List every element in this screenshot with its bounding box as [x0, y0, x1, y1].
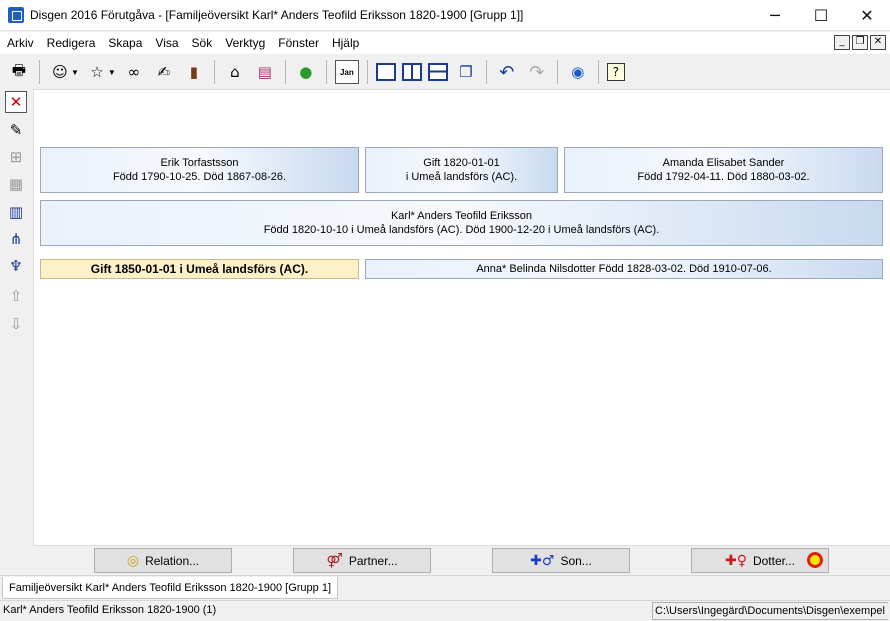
rings-icon: ◎ [126, 552, 140, 569]
relation-button-label: Relation... [145, 553, 200, 568]
status-path: C:\Users\Ingegärd\Documents\Disgen\exemp… [652, 602, 888, 620]
printer-icon[interactable]: 🖶 [7, 60, 31, 84]
layout-single-icon[interactable] [375, 63, 396, 81]
family-tree-icon[interactable]: ♆ [5, 255, 27, 277]
menu-skapa[interactable]: Skapa [101, 32, 148, 54]
parents-marriage-card[interactable]: Gift 1820-01-01 i Umeå landsförs (AC). [365, 147, 558, 193]
menu-arkiv[interactable]: Arkiv [0, 32, 40, 54]
window-title: Disgen 2016 Förutgåva - [Familjeöversikt… [30, 8, 524, 22]
person-icon[interactable]: ☺ [48, 60, 72, 84]
menu-visa[interactable]: Visa [148, 32, 184, 54]
mother-card[interactable]: Amanda Elisabet Sander Född 1792-04-11. … [564, 147, 883, 193]
chevron-down-icon[interactable]: ▼ [108, 68, 116, 77]
undo-icon[interactable]: ↶ [495, 60, 519, 84]
mdi-restore-button[interactable]: ❐ [852, 35, 868, 50]
toolbar-separator [485, 60, 487, 84]
menu-fonster[interactable]: Fönster [271, 32, 325, 54]
binoculars-icon[interactable]: ∞ [122, 60, 146, 84]
title-bar: Disgen 2016 Förutgåva - [Familjeöversikt… [0, 0, 890, 31]
close-button[interactable]: ✕ [844, 0, 890, 31]
left-toolbar: ✕ ✎ ⊞ ▦ ▥ ⋔ ♆ ⇧ ⇩ [0, 89, 33, 574]
toolbar-separator [213, 60, 215, 84]
toolbar-separator [597, 60, 599, 84]
calendar-icon[interactable]: Jan [334, 60, 359, 84]
main-person-card[interactable]: Karl* Anders Teofild Eriksson Född 1820-… [40, 200, 883, 246]
father-card[interactable]: Erik Torfastsson Född 1790-10-25. Död 18… [40, 147, 359, 193]
status-bar: Karl* Anders Teofild Eriksson 1820-1900 … [0, 600, 890, 621]
chevron-down-icon[interactable]: ▼ [71, 68, 79, 77]
menu-hjalp[interactable]: Hjälp [325, 32, 365, 54]
redo-icon[interactable]: ↷ [525, 60, 549, 84]
toolbar: 🖶 ☺ ▼ ☆ ▼ ∞ ✍ ▮ ⌂ ▤ ● Jan ❐ ↶ ↷ ◉ ? [0, 55, 890, 89]
status-person: Karl* Anders Teofild Eriksson 1820-1900 … [3, 604, 217, 616]
father-name: Erik Torfastsson [160, 157, 239, 169]
edit-document-icon[interactable]: ✎ [5, 119, 27, 141]
son-button[interactable]: ✚♂ Son... [492, 548, 630, 573]
columns-chart-icon[interactable]: ▥ [5, 201, 27, 223]
relation-button[interactable]: ◎ Relation... [94, 548, 232, 573]
action-bar: ◎ Relation... ⚤ Partner... ✚♂ Son... ✚♀ … [33, 545, 890, 575]
partner-button-label: Partner... [348, 553, 398, 568]
toolbar-separator [284, 60, 286, 84]
mdi-close-button[interactable]: ✕ [870, 35, 886, 50]
layout-columns-icon[interactable] [401, 63, 422, 81]
main-person-details: Född 1820-10-10 i Umeå landsförs (AC). D… [263, 224, 660, 236]
partner-button[interactable]: ⚤ Partner... [293, 548, 431, 573]
toolbar-separator [325, 60, 327, 84]
couple-icon: ⚤ [326, 552, 343, 569]
daughter-button-label: Dotter... [752, 553, 795, 568]
mdi-minimize-button[interactable]: _ [834, 35, 850, 50]
add-son-icon: ✚♂ [530, 552, 555, 569]
layout-cascade-icon[interactable]: ❐ [454, 60, 478, 84]
descendant-tree-icon[interactable]: ⋔ [5, 228, 27, 250]
marriage-text: Gift 1850-01-01 i Umeå landsförs (AC). [90, 262, 309, 276]
hand-note-icon[interactable]: ✍ [152, 60, 176, 84]
move-down-icon[interactable]: ⇩ [5, 313, 27, 335]
books-icon[interactable]: ▤ [253, 60, 277, 84]
toolbar-separator [39, 60, 40, 84]
spouse-text: Anna* Belinda Nilsdotter Född 1828-03-02… [476, 263, 772, 275]
help-icon[interactable]: ? [606, 63, 625, 81]
window-controls: ─ ☐ ✕ [752, 0, 890, 31]
book-icon[interactable]: ▮ [182, 60, 206, 84]
home-icon[interactable]: ⌂ [223, 60, 247, 84]
parents-marriage-place: i Umeå landsförs (AC). [405, 171, 518, 183]
delete-icon[interactable]: ✕ [5, 91, 27, 113]
spouse-card[interactable]: Anna* Belinda Nilsdotter Född 1828-03-02… [365, 259, 883, 279]
window-tab-bar: Familjeöversikt Karl* Anders Teofild Eri… [0, 575, 890, 600]
parents-marriage-date: Gift 1820-01-01 [423, 157, 500, 169]
mother-name: Amanda Elisabet Sander [662, 157, 785, 169]
tree-outline-icon[interactable]: ⊞ [5, 146, 27, 168]
add-daughter-icon: ✚♀ [724, 552, 747, 569]
menu-verktyg[interactable]: Verktyg [218, 32, 271, 54]
app-icon [8, 7, 24, 23]
layout-rows-icon[interactable] [427, 63, 448, 81]
mother-details: Född 1792-04-11. Död 1880-03-02. [637, 171, 810, 183]
toolbar-separator [366, 60, 368, 84]
tab-family-overview[interactable]: Familjeöversikt Karl* Anders Teofild Eri… [2, 577, 339, 599]
menu-bar: Arkiv Redigera Skapa Visa Sök Verktyg Fö… [0, 32, 890, 54]
pedigree-icon[interactable]: ▦ [5, 173, 27, 195]
menu-redigera[interactable]: Redigera [40, 32, 102, 54]
minimize-button[interactable]: ─ [752, 0, 798, 31]
family-overview-panel: Erik Torfastsson Född 1790-10-25. Död 18… [33, 89, 890, 545]
globe-icon[interactable]: ◉ [566, 60, 590, 84]
toolbar-separator [556, 60, 558, 84]
menu-sok[interactable]: Sök [185, 32, 219, 54]
map-icon[interactable]: ● [294, 60, 318, 84]
move-up-icon[interactable]: ⇧ [5, 285, 27, 307]
father-details: Född 1790-10-25. Död 1867-08-26. [112, 171, 287, 183]
mouse-cursor-highlight [807, 552, 823, 568]
mdi-controls: _ ❐ ✕ [834, 35, 886, 50]
person-star-icon[interactable]: ☆ [85, 60, 109, 84]
son-button-label: Son... [560, 553, 592, 568]
marriage-card[interactable]: Gift 1850-01-01 i Umeå landsförs (AC). [40, 259, 359, 279]
main-person-name: Karl* Anders Teofild Eriksson [390, 210, 533, 222]
maximize-button[interactable]: ☐ [798, 0, 844, 31]
